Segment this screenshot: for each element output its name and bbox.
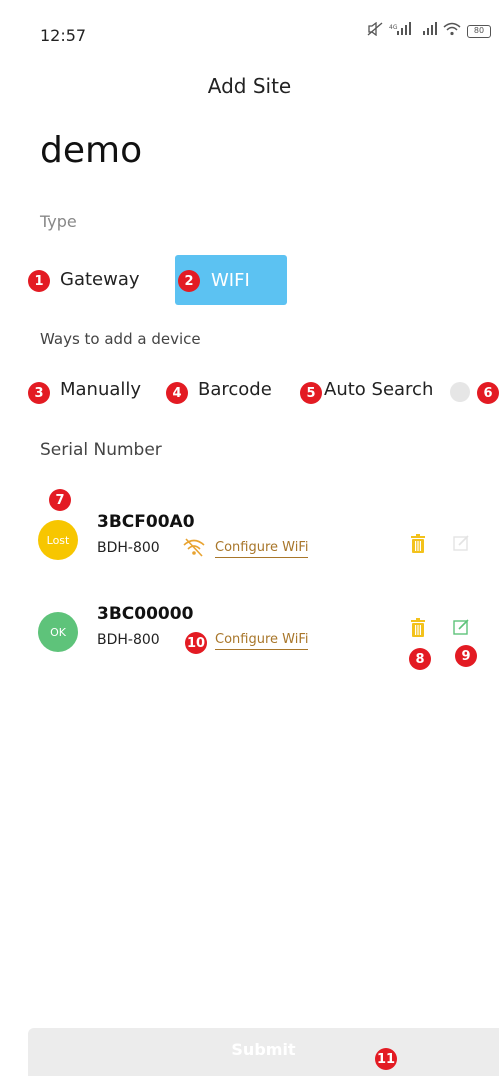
configure-wifi-link[interactable]: Configure WiFi [215,632,309,650]
way-option-barcode[interactable]: Barcode [198,379,272,400]
annotation-badge: 7 [49,489,71,511]
annotation-badge: 4 [166,382,188,404]
serial-number-label: Serial Number [40,440,162,460]
submit-button[interactable]: Submit [28,1028,499,1076]
configure-wifi-link[interactable]: Configure WiFi [215,540,309,558]
annotation-badge: 8 [409,648,431,670]
device-serial: 3BC00000 [97,604,194,624]
device-row: OK 3BC00000 BDH-800 10 Configure WiFi 8 … [0,604,499,674]
annotation-badge: 9 [455,645,477,667]
signal-icon: 4G [389,22,411,40]
submit-button-label: Submit [231,1040,296,1059]
device-serial: 3BCF00A0 [97,512,195,532]
device-model: BDH-800 [97,632,160,648]
svg-text:4G: 4G [389,24,398,31]
status-bar: 12:57 4G 80 [0,0,499,60]
wifi-icon [443,22,461,40]
type-label: Type [40,212,77,231]
ways-selector: 3 Manually 4 Barcode 5 Auto Search 6 [0,376,499,406]
way-option-auto-search[interactable]: Auto Search [324,379,433,400]
battery-icon: 80 [467,24,491,38]
device-status-avatar: Lost [38,520,78,560]
page-title: Add Site [207,74,292,98]
site-name: demo [40,130,143,171]
device-status-avatar: OK [38,612,78,652]
edit-icon[interactable] [453,534,471,556]
annotation-badge: 5 [300,382,322,404]
annotation-badge: 2 [178,270,200,292]
way-option-manually[interactable]: Manually [60,379,141,400]
status-time: 12:57 [40,26,87,45]
annotation-badge: 6 [477,382,499,404]
edit-icon[interactable] [453,618,471,640]
device-model: BDH-800 [97,540,160,556]
annotation-badge: 1 [28,270,50,292]
type-selector: 1 Gateway WIFI 2 [0,255,499,305]
mute-icon [367,21,383,40]
trash-icon[interactable] [410,618,426,642]
info-icon[interactable] [450,382,470,402]
device-status-text: OK [50,625,66,639]
annotation-badge: 11 [375,1048,397,1070]
trash-icon[interactable] [410,534,426,558]
signal-icon-2 [417,22,437,40]
device-row: 7 Lost 3BCF00A0 BDH-800 Configure WiFi [0,489,499,582]
device-status-text: Lost [46,533,70,547]
type-option-wifi-label: WIFI [211,269,250,291]
annotation-badge: 10 [185,632,207,654]
wifi-off-icon [182,538,206,562]
type-option-gateway[interactable]: Gateway [60,269,140,290]
annotation-badge: 3 [28,382,50,404]
status-icons: 4G 80 [367,21,491,40]
ways-label: Ways to add a device [40,330,201,348]
